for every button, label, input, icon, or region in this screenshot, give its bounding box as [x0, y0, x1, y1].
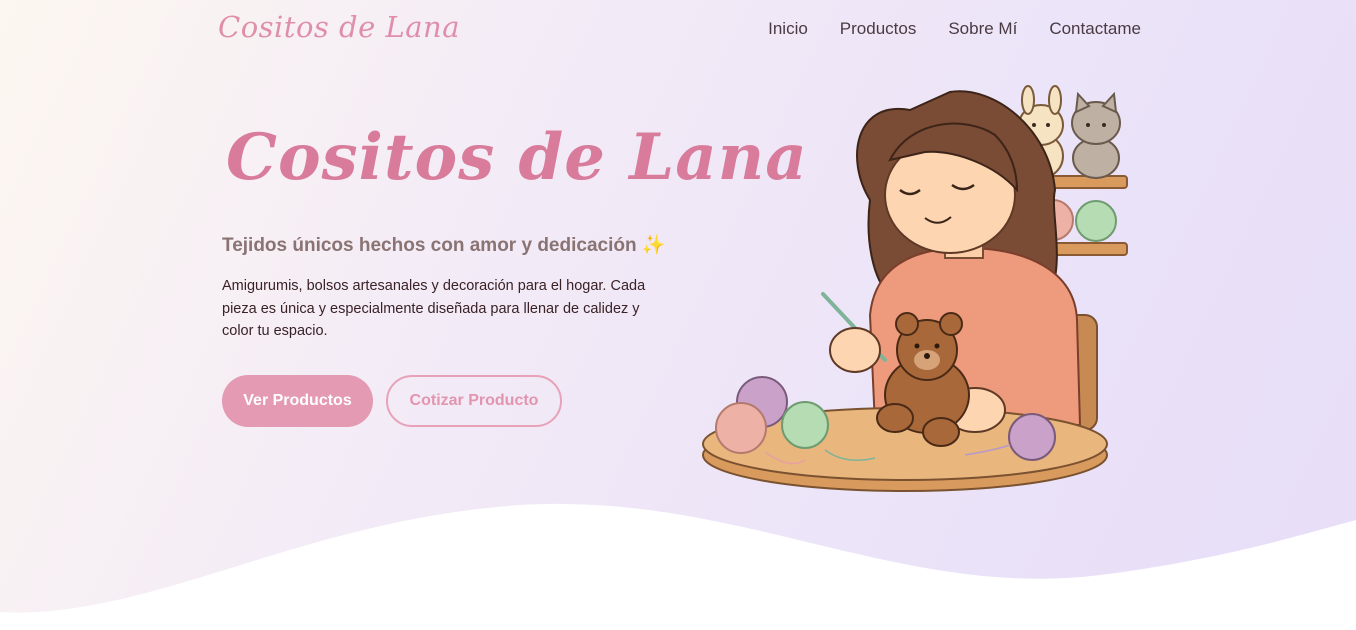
- cat-plush-icon: [1071, 91, 1121, 179]
- nav-menu: Inicio Productos Sobre Mí Contactame: [768, 19, 1141, 39]
- nav-link-contactame[interactable]: Contactame: [1049, 19, 1141, 39]
- hero-description: Amigurumis, bolsos artesanales y decorac…: [222, 278, 646, 339]
- top-navbar: Cositos de Lana Inicio Productos Sobre M…: [0, 0, 1356, 60]
- yarn-ball-pink-icon-2: [715, 402, 767, 454]
- brand-logo[interactable]: Cositos de Lana: [218, 10, 460, 44]
- quote-product-button[interactable]: Cotizar Producto: [386, 375, 562, 427]
- yarn-ball-green-icon: [1075, 200, 1117, 242]
- left-hand: [829, 327, 881, 373]
- background-wave: [0, 503, 1356, 630]
- nav-link-sobre-mi[interactable]: Sobre Mí: [948, 19, 1017, 39]
- view-products-button[interactable]: Ver Productos: [222, 375, 373, 427]
- shelf-bottom: [1049, 242, 1128, 256]
- yarn-ball-green-icon-2: [781, 401, 829, 449]
- yarn-ball-lilac-icon: [1008, 413, 1056, 461]
- hero-subtitle: Tejidos únicos hechos con amor y dedicac…: [222, 235, 666, 256]
- nav-link-productos[interactable]: Productos: [840, 19, 917, 39]
- woman-crocheting-illustration: [702, 85, 1128, 492]
- nav-link-inicio[interactable]: Inicio: [768, 19, 808, 39]
